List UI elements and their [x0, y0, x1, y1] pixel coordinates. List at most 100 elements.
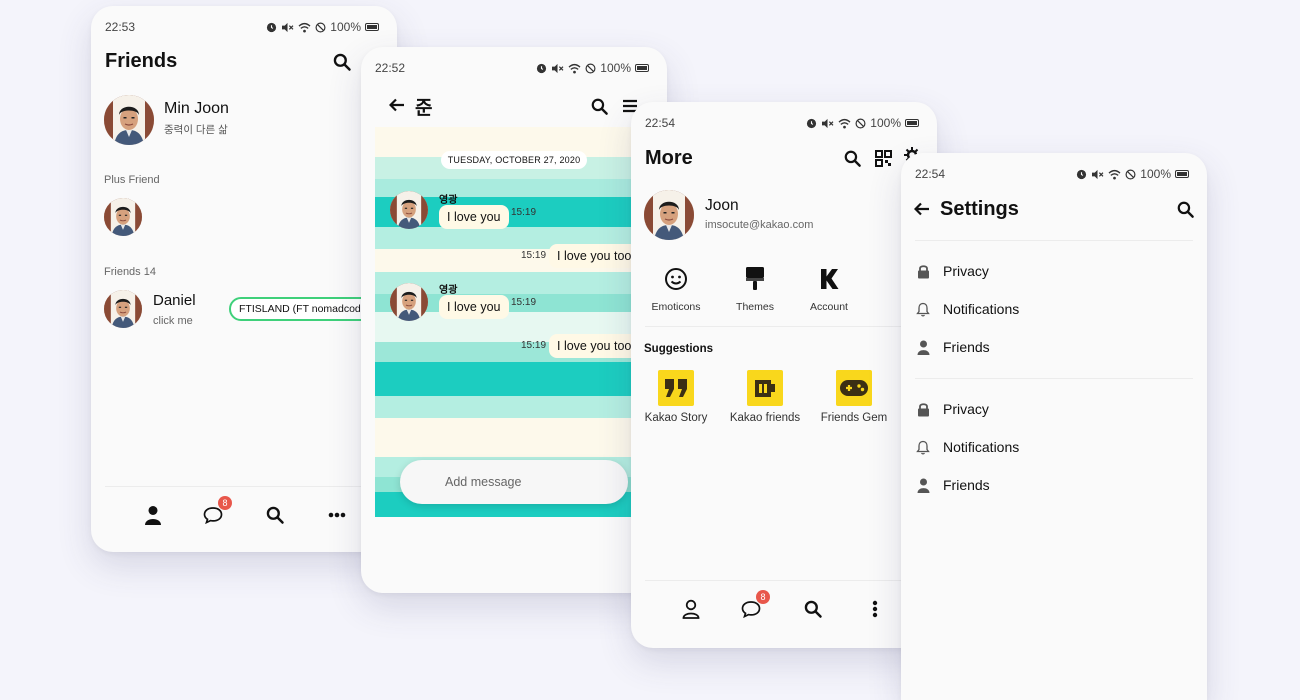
wifi-icon	[568, 63, 581, 74]
nav-more[interactable]	[325, 503, 349, 527]
search-button[interactable]	[331, 51, 353, 73]
my-name: Min Joon	[164, 100, 229, 117]
message-bubble[interactable]: I love you	[439, 295, 509, 319]
nav-search[interactable]	[263, 503, 287, 527]
profile-photo	[390, 191, 428, 229]
striped-wallpaper	[375, 127, 631, 517]
status-bar: 22:53 100%	[105, 19, 379, 35]
profile-name: Joon	[705, 197, 739, 214]
kakao-friends-item[interactable]: Kakao friends	[725, 370, 805, 424]
message-bubble[interactable]: I love you too	[549, 334, 631, 358]
bottom-nav: 8	[645, 580, 923, 636]
kakao-k-icon	[821, 269, 839, 289]
message-time: 15:19	[521, 340, 547, 351]
bell-icon	[916, 440, 930, 455]
nav-chats[interactable]: 8	[739, 590, 770, 621]
status-time: 22:52	[375, 61, 406, 75]
alarm-icon	[536, 63, 547, 74]
nav-friends[interactable]	[679, 597, 703, 621]
status-bar: 22:54 100%	[915, 166, 1189, 182]
arrow-left-icon	[389, 98, 404, 112]
date-divider: TUESDAY, OCTOBER 27, 2020	[441, 151, 587, 169]
status-time: 22:53	[105, 20, 136, 34]
themes-item[interactable]: Themes	[719, 265, 791, 313]
person-icon	[917, 340, 929, 355]
divider	[915, 378, 1193, 379]
chats-badge: 8	[218, 496, 232, 510]
page-title: More	[645, 147, 693, 169]
search-button[interactable]	[841, 147, 863, 169]
sender-name: 영광	[439, 285, 458, 296]
settings-label: Privacy	[943, 401, 989, 417]
status-time: 22:54	[645, 116, 676, 130]
message-bubble[interactable]: I love you	[439, 205, 509, 229]
chats-badge: 8	[756, 590, 770, 604]
message-bubble[interactable]: I love you too	[549, 244, 631, 268]
alarm-icon	[806, 118, 817, 129]
wifi-icon	[838, 118, 851, 129]
nav-friends[interactable]	[141, 503, 165, 527]
do-not-disturb-icon	[315, 22, 326, 33]
settings-label: Friends	[943, 477, 990, 493]
friend-avatar-daniel[interactable]	[104, 290, 142, 328]
qr-code-icon	[874, 149, 892, 167]
plus-friend-avatar[interactable]	[104, 198, 142, 236]
sender-avatar[interactable]	[390, 191, 428, 229]
profile-email: imsocute@kakao.com	[705, 219, 814, 231]
search-icon	[803, 599, 823, 619]
section-label-plus-friend: Plus Friend	[104, 174, 160, 186]
profile-avatar[interactable]	[644, 190, 694, 240]
settings-screen: 22:54 100% Settings Privacy Notification…	[901, 153, 1207, 700]
battery-percent: 100%	[870, 116, 901, 130]
nav-more[interactable]	[863, 597, 887, 621]
settings-friends[interactable]: Friends	[915, 335, 990, 359]
page-title: Friends	[105, 50, 178, 72]
message-input[interactable]: Add message	[400, 460, 628, 504]
sender-avatar[interactable]	[390, 283, 428, 321]
friends-gem-item[interactable]: Friends Gem	[814, 370, 894, 424]
kakao-story-label: Kakao Story	[644, 412, 708, 424]
back-button[interactable]	[388, 96, 406, 114]
search-icon	[265, 505, 285, 525]
settings-notifications[interactable]: Notifications	[915, 297, 1019, 321]
kakao-story-item[interactable]: Kakao Story	[636, 370, 716, 424]
wifi-icon	[1108, 169, 1121, 180]
alarm-icon	[266, 22, 277, 33]
account-item[interactable]: Account	[793, 265, 865, 313]
qr-code-button[interactable]	[872, 147, 894, 169]
kakao-friends-icon	[755, 380, 775, 397]
settings-privacy[interactable]: Privacy	[915, 259, 989, 283]
friends-screen: 22:53 100% Friends Min Joon 중력이 다른 삶 Plu…	[91, 6, 397, 552]
emoticons-item[interactable]: Emoticons	[640, 265, 712, 313]
profile-photo	[390, 283, 428, 321]
more-vertical-icon	[872, 600, 878, 618]
status-time: 22:54	[915, 167, 946, 181]
nav-chats[interactable]: 8	[201, 496, 232, 527]
settings-friends[interactable]: Friends	[915, 473, 990, 497]
lock-icon	[917, 264, 929, 278]
search-icon	[332, 52, 352, 72]
search-icon	[590, 97, 609, 116]
settings-label: Privacy	[943, 263, 989, 279]
search-button[interactable]	[1174, 198, 1196, 220]
mute-icon	[281, 22, 294, 33]
friend-name[interactable]: Daniel	[153, 292, 196, 309]
person-outline-icon	[682, 599, 700, 619]
section-label-friends: Friends 14	[104, 266, 156, 278]
settings-notifications[interactable]: Notifications	[915, 435, 1019, 459]
battery-icon	[905, 119, 919, 127]
battery-icon	[365, 23, 379, 31]
chat-screen: 22:52 100% 준 TUESDAY, OCTOBER 27, 2020 영…	[361, 47, 667, 593]
back-button[interactable]	[913, 200, 931, 218]
my-avatar[interactable]	[104, 95, 154, 145]
person-icon	[917, 478, 929, 493]
battery-percent: 100%	[1140, 167, 1171, 181]
nav-search[interactable]	[801, 597, 825, 621]
settings-privacy[interactable]: Privacy	[915, 397, 989, 421]
wifi-icon	[298, 22, 311, 33]
account-label: Account	[810, 301, 848, 313]
chat-title: 준	[415, 98, 433, 119]
themes-label: Themes	[736, 301, 774, 313]
search-button[interactable]	[588, 95, 610, 117]
alarm-icon	[1076, 169, 1087, 180]
